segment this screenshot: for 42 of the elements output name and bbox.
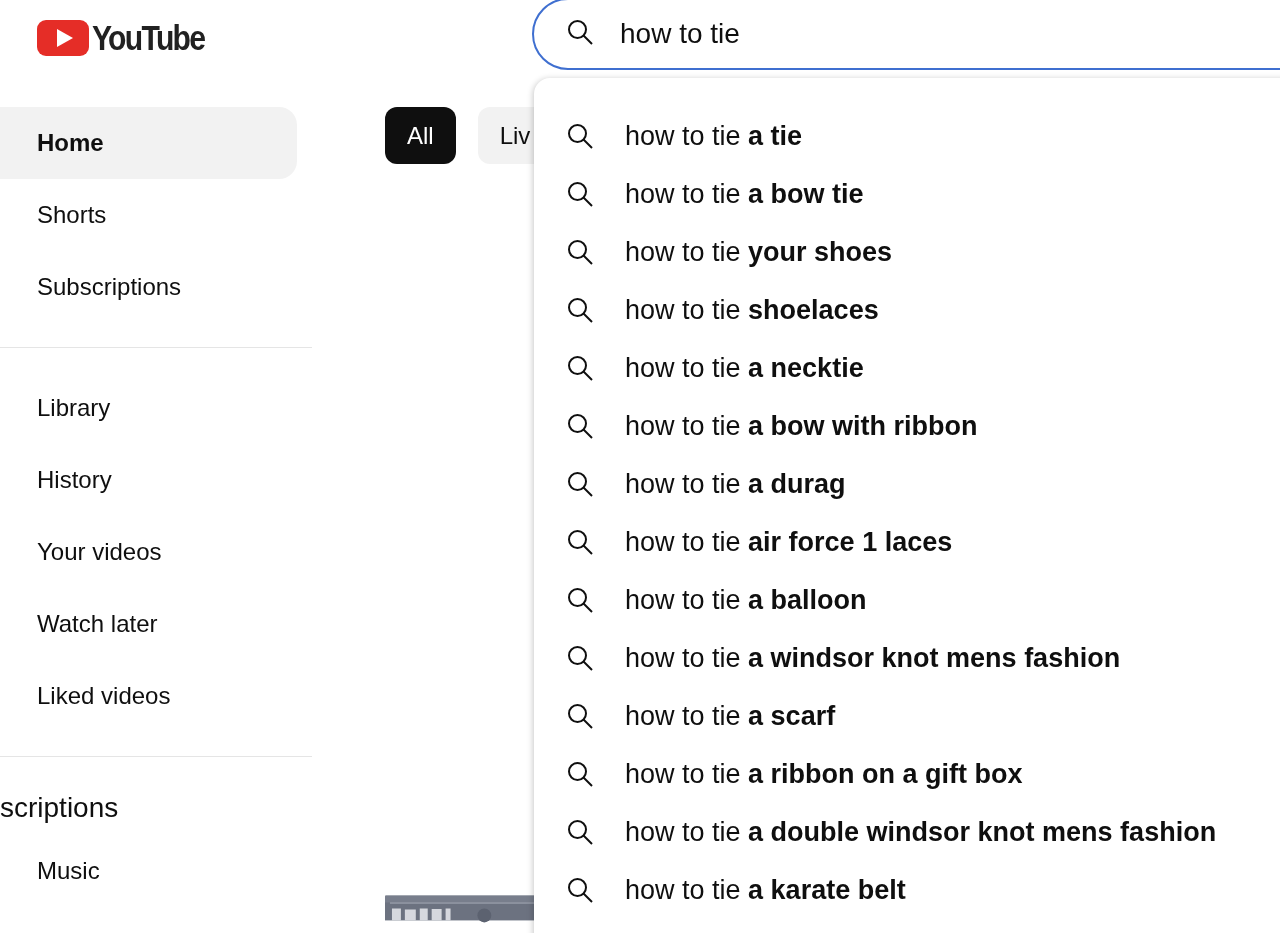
suggestion-item[interactable]: how to tie your shoes — [534, 223, 1280, 281]
search-icon — [566, 818, 594, 846]
sidebar-item[interactable]: Liked videos — [0, 660, 297, 732]
suggestion-item[interactable]: how to tie a necktie — [534, 339, 1280, 397]
search-icon — [566, 180, 594, 208]
suggestion-item[interactable]: how to tie a bow tie — [534, 165, 1280, 223]
sidebar-item[interactable]: Your videos — [0, 516, 297, 588]
suggestion-item[interactable]: how to tie air force 1 laces — [534, 513, 1280, 571]
sidebar-item[interactable]: Music — [0, 835, 297, 907]
suggestion-item[interactable]: how to tie a double windsor knot mens fashion — [534, 803, 1280, 861]
search-icon — [566, 528, 594, 556]
suggestion-item[interactable]: how to tie a bow with ribbon — [534, 397, 1280, 455]
sidebar-item[interactable]: Subscriptions — [0, 251, 297, 323]
search-icon — [566, 18, 594, 46]
search-icon — [566, 238, 594, 266]
search-icon — [566, 876, 594, 904]
sidebar-item[interactable]: History — [0, 444, 297, 516]
suggestion-item[interactable]: how to tie shoelaces — [534, 281, 1280, 339]
search-icon — [566, 644, 594, 672]
search-icon — [566, 470, 594, 498]
search-icon — [566, 702, 594, 730]
suggestion-item[interactable]: how to tie a durag — [534, 455, 1280, 513]
search-icon — [566, 296, 594, 324]
suggestion-item[interactable]: how to tie a ribbon on a gift box — [534, 745, 1280, 803]
section-heading: scriptions — [0, 791, 119, 825]
suggestion-item[interactable]: how to tie a karate belt — [534, 861, 1280, 919]
search-field[interactable]: how to tie — [532, 0, 1280, 70]
suggestion-item[interactable]: how to tie a windsor knot mens fashion — [534, 629, 1280, 687]
logo-text[interactable]: YouTube — [92, 18, 205, 58]
sidebar-item[interactable]: Home — [0, 107, 297, 179]
sidebar-item[interactable]: Library — [0, 372, 297, 444]
search-icon — [566, 586, 594, 614]
search-icon — [566, 354, 594, 382]
search-icon — [566, 760, 594, 788]
filter-chip[interactable]: All — [385, 107, 456, 164]
search-icon — [566, 412, 594, 440]
sidebar-item[interactable]: Watch later — [0, 588, 297, 660]
suggestion-item[interactable]: how to tie a balloon — [534, 571, 1280, 629]
search-icon — [566, 122, 594, 150]
suggestion-item[interactable]: how to tie a scarf — [534, 687, 1280, 745]
sidebar-item[interactable]: Shorts — [0, 179, 297, 251]
play-logo-icon — [37, 20, 89, 56]
